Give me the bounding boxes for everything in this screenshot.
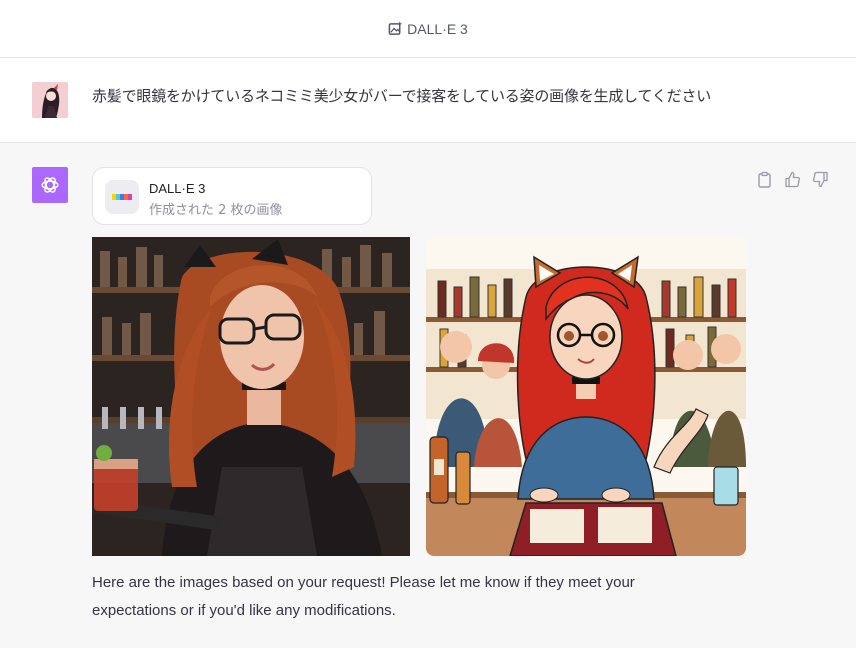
- color-bar-icon: [105, 180, 139, 214]
- user-avatar: [32, 82, 68, 118]
- model-title: DALL·E 3: [407, 20, 468, 37]
- thumbs-down-icon[interactable]: [812, 171, 829, 188]
- dalle-tool-card[interactable]: DALL·E 3 作成された 2 枚の画像: [92, 167, 372, 225]
- clipboard-icon[interactable]: [756, 171, 773, 188]
- reply-line-1: Here are the images based on your reques…: [92, 574, 635, 591]
- image-sparkle-icon: [388, 21, 403, 36]
- model-header: DALL·E 3: [0, 0, 856, 58]
- message-actions: [756, 171, 829, 188]
- generated-image-2[interactable]: [426, 237, 746, 556]
- generated-image-1[interactable]: [92, 237, 410, 556]
- user-message-row: 赤髪で眼鏡をかけているネコミミ美少女がバーで接客をしている姿の画像を生成してくだ…: [0, 58, 856, 143]
- openai-logo-icon: [32, 167, 68, 203]
- tool-card-title: DALL·E 3: [149, 181, 206, 196]
- thumbs-up-icon[interactable]: [784, 171, 801, 188]
- reply-line-2: expectations or if you'd like any modifi…: [92, 602, 396, 619]
- assistant-message-row: DALL·E 3 作成された 2 枚の画像 Here are the image…: [0, 143, 856, 648]
- tool-card-subtitle: 作成された 2 枚の画像: [149, 203, 283, 218]
- user-message-text: 赤髪で眼鏡をかけているネコミミ美少女がバーで接客をしている姿の画像を生成してくだ…: [92, 87, 712, 105]
- assistant-reply-text: Here are the images based on your reques…: [92, 569, 732, 625]
